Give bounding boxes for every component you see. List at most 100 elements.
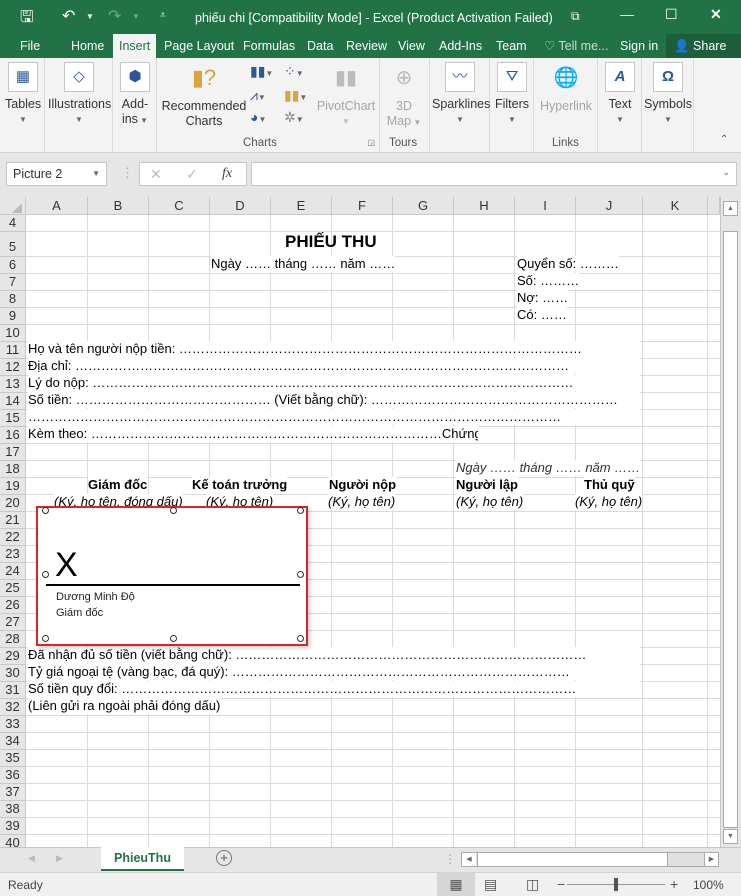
cell-r30[interactable]: Tỷ giá ngoại tệ (vàng bạc, đá quý): …………… [28,664,640,680]
enter-icon[interactable]: ✓ [186,163,198,185]
row-header-6[interactable]: 6 [0,257,26,274]
tab-file[interactable]: File [14,34,46,58]
formula-input[interactable]: ⌄ [251,162,737,186]
pivotchart-button[interactable]: ▮▮ PivotChart ▼ [315,64,377,129]
zoom-in-icon[interactable]: + [670,876,678,892]
cell-r15[interactable]: …………………………………………………………………………………………………………… [28,409,640,425]
normal-view-icon[interactable]: ▦ [437,873,475,896]
cell-co[interactable]: Có: …… [517,307,567,323]
column-header-g[interactable]: G [393,197,454,215]
cell-ky-2[interactable]: (Ký, họ tên) [328,494,396,510]
cell-no[interactable]: Nợ: …… [517,290,569,306]
row-header-19[interactable]: 19 [0,478,26,495]
cell-date2[interactable]: Ngày …… tháng …… năm …… [456,460,641,476]
row-header-17[interactable]: 17 [0,444,26,461]
resize-handle[interactable] [297,507,304,514]
chevron-down-icon[interactable]: ▼ [92,163,100,185]
line-chart-icon[interactable]: ⩘▼ [250,88,266,105]
horizontal-scroll-thumb[interactable] [477,853,668,866]
cell-r12[interactable]: Địa chỉ: …………………………………………………………………………………… [28,358,640,374]
column-header-c[interactable]: C [149,197,210,215]
recommended-charts-button[interactable]: ▮? Recommended Charts [161,64,247,129]
cell-r29[interactable]: Đã nhận đủ số tiền (viết bằng chữ): …………… [28,647,640,663]
cell-quyen-so[interactable]: Quyển số: ……… [517,256,619,272]
cell-nguoi-lap[interactable]: Người lập [456,477,518,493]
row-header-14[interactable]: 14 [0,393,26,410]
expand-formula-icon[interactable]: ⌄ [722,167,730,178]
text-button[interactable]: A Text ▼ [603,62,637,127]
row-header-13[interactable]: 13 [0,376,26,393]
customize-qat-icon[interactable]: ⩡ [160,10,166,21]
row-header-12[interactable]: 12 [0,359,26,376]
add-sheet-icon[interactable]: + [216,850,232,866]
scatter-chart-icon[interactable]: ⁘▼ [284,64,304,81]
row-header-23[interactable]: 23 [0,546,26,563]
signature-line-picture[interactable]: X Dương Minh Độ Giám đốc [36,506,308,646]
cell-date[interactable]: Ngày …… tháng …… năm …… [211,256,396,272]
vertical-scrollbar[interactable]: ▲ ▼ [720,197,741,847]
cell-ky-3[interactable]: (Ký, họ tên) [456,494,524,510]
zoom-slider-thumb[interactable] [614,878,618,891]
tell-me-search[interactable]: ♡ Tell me... [538,34,614,58]
3d-map-button[interactable]: ⊕ 3D Map ▼ [386,64,422,130]
zoom-out-icon[interactable]: − [557,876,565,892]
scroll-right-icon[interactable]: ▶ [704,853,718,866]
row-header-11[interactable]: 11 [0,342,26,359]
waterfall-chart-icon[interactable]: ▮▮▼ [284,88,307,105]
tables-button[interactable]: ▦ Tables ▼ [5,62,41,127]
symbols-button[interactable]: Ω Symbols ▼ [644,62,692,127]
row-header-34[interactable]: 34 [0,733,26,750]
resize-handle[interactable] [42,507,49,514]
tab-home[interactable]: Home [65,34,110,58]
scroll-down-icon[interactable]: ▼ [723,829,738,844]
column-header-b[interactable]: B [88,197,149,215]
resize-handle[interactable] [170,507,177,514]
insert-function-icon[interactable]: fx [222,163,232,185]
scroll-left-icon[interactable]: ◀ [462,853,476,866]
row-header-8[interactable]: 8 [0,291,26,308]
row-header-20[interactable]: 20 [0,495,26,512]
redo-dropdown-icon[interactable]: ▼ [132,12,140,21]
cancel-icon[interactable]: ✕ [150,163,162,185]
resize-handle[interactable] [297,571,304,578]
cell-ky-4[interactable]: (Ký, họ tên) [575,494,643,510]
row-header-39[interactable]: 39 [0,818,26,835]
column-header-e[interactable]: E [271,197,332,215]
cell-r31[interactable]: Số tiền quy đổi: ……………………………………………………………… [28,681,640,697]
illustrations-button[interactable]: ◇ Illustrations ▼ [48,62,111,127]
share-button[interactable]: 👤 Share [666,34,741,58]
redo-icon[interactable]: ↷ [108,6,121,26]
resize-handle[interactable] [42,571,49,578]
sheet-tab-phieuthu[interactable]: PhieuThu [101,847,184,871]
collapse-ribbon-icon[interactable]: ⌃ [720,134,728,145]
column-header-j[interactable]: J [576,197,643,215]
tab-team[interactable]: Team [490,34,533,58]
close-icon[interactable]: ✕ [710,6,722,23]
undo-icon[interactable]: ↶ [62,6,75,26]
page-break-view-icon[interactable]: ◫ [526,876,539,893]
column-header-a[interactable]: A [26,197,88,215]
cell-r11[interactable]: Họ và tên người nộp tiền: ……………………………………… [28,341,640,357]
filters-button[interactable]: ⛛ Filters ▼ [494,62,530,127]
next-sheet-icon[interactable]: ▶ [56,853,63,864]
sign-in-link[interactable]: Sign in [614,34,664,58]
column-header-k[interactable]: K [643,197,708,215]
cell-thu-quy[interactable]: Thủ quỹ [584,477,635,493]
column-header-i[interactable]: I [515,197,576,215]
tab-insert[interactable]: Insert [113,34,157,58]
tab-review[interactable]: Review [340,34,393,58]
row-header-30[interactable]: 30 [0,665,26,682]
sparklines-button[interactable]: 〰 Sparklines ▼ [432,62,490,127]
cell-title[interactable]: PHIẾU THU [285,233,377,250]
row-header-7[interactable]: 7 [0,274,26,291]
scroll-up-icon[interactable]: ▲ [723,201,738,216]
row-header-29[interactable]: 29 [0,648,26,665]
row-header-18[interactable]: 18 [0,461,26,478]
undo-dropdown-icon[interactable]: ▼ [86,12,94,21]
row-header-5[interactable]: 5 [0,232,26,257]
cell-so[interactable]: Số: ……… [517,273,580,289]
tab-add-ins[interactable]: Add-Ins [433,34,488,58]
select-all-corner[interactable] [0,197,26,215]
cell-r13[interactable]: Lý do nộp: ……………………………………………………………………………… [28,375,640,391]
row-header-31[interactable]: 31 [0,682,26,699]
